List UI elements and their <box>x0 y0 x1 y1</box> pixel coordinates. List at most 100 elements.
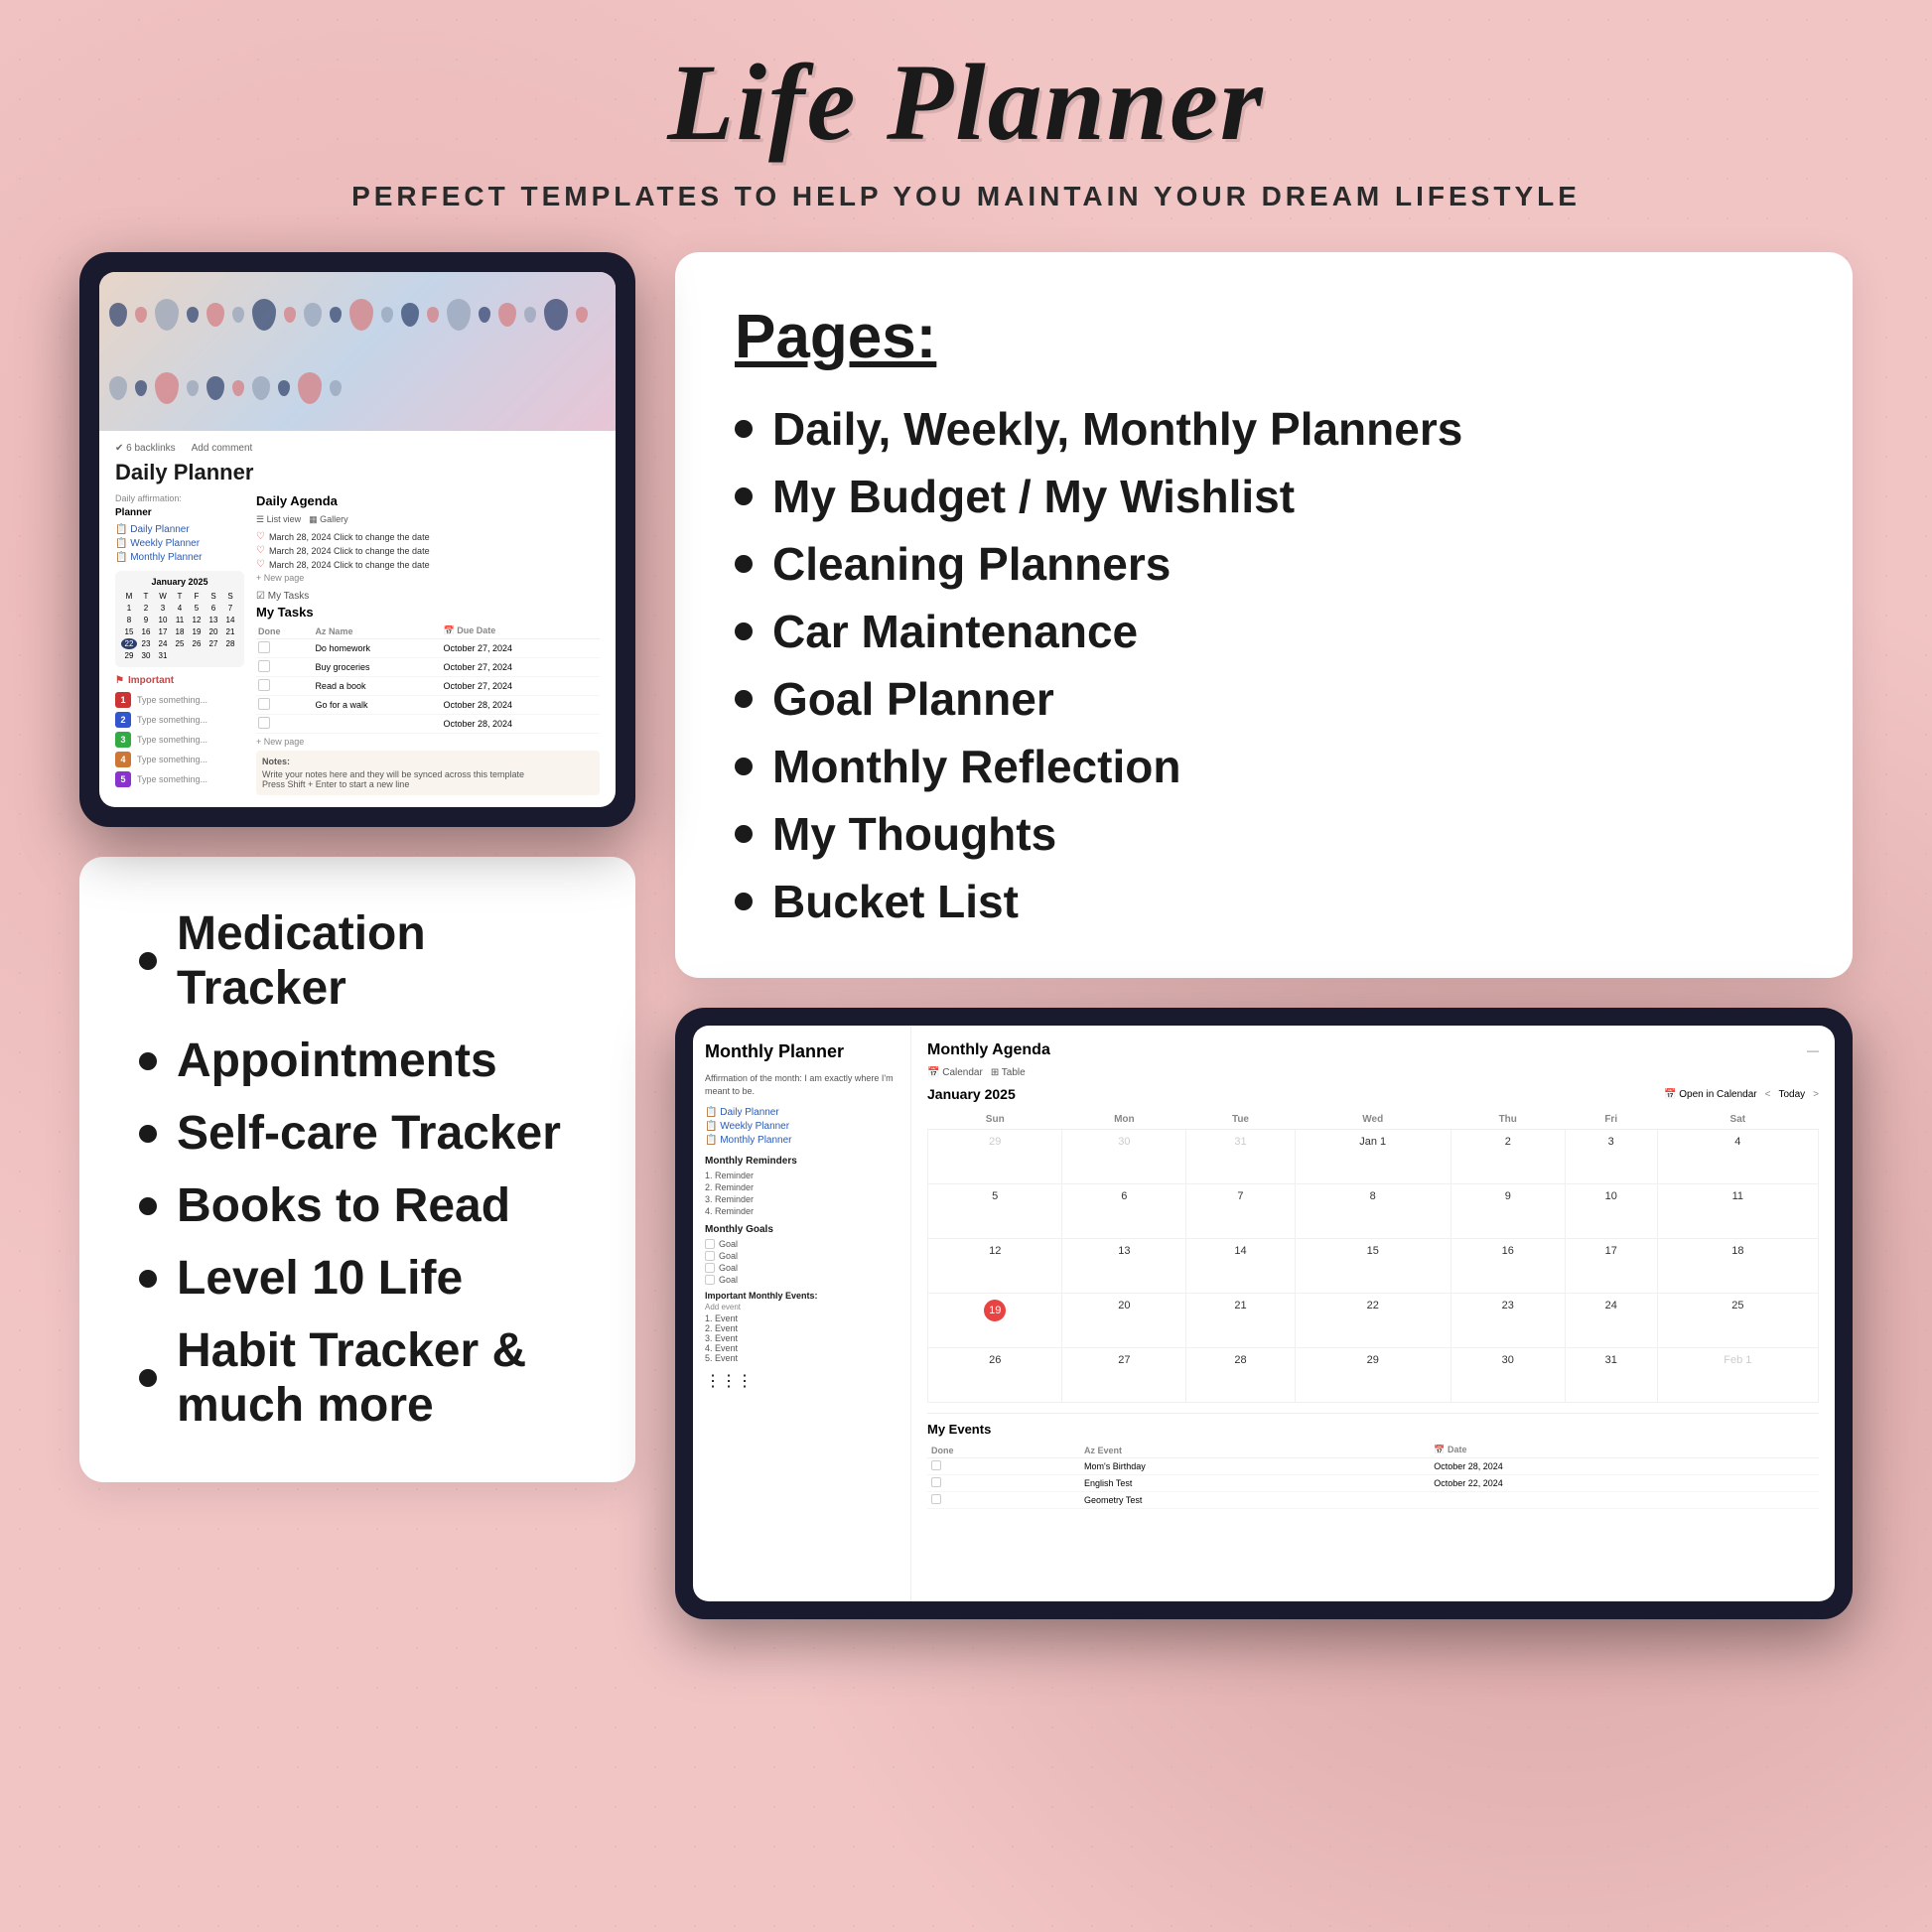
calendar-week-row: 19202122232425 <box>928 1294 1819 1348</box>
calendar-day[interactable]: 29 <box>1295 1348 1450 1403</box>
calendar-day[interactable]: 19 <box>928 1294 1062 1348</box>
daily-planner-tablet: ✔ 6 backlinks Add comment Daily Planner … <box>79 252 635 827</box>
calendar-day[interactable]: 16 <box>1450 1239 1565 1294</box>
nav-daily[interactable]: 📋 Daily Planner <box>115 524 244 535</box>
calendar-day[interactable]: 4 <box>1657 1130 1818 1184</box>
day-wed: Wed <box>1295 1110 1450 1130</box>
list-item-appointments: Appointments <box>139 1034 576 1088</box>
bullet-dot <box>139 952 157 970</box>
calendar-day[interactable]: 9 <box>1450 1184 1565 1239</box>
table-row: English Test October 22, 2024 <box>927 1475 1819 1492</box>
tab-table[interactable]: ⊞ Table <box>991 1067 1026 1078</box>
calendar-day[interactable]: 23 <box>1450 1294 1565 1348</box>
bullet-dot <box>735 893 753 910</box>
add-event-link[interactable]: Add event <box>705 1303 898 1311</box>
monthly-inner: Monthly Planner Affirmation of the month… <box>693 1026 1835 1601</box>
calendar-day[interactable]: 7 <box>1186 1184 1295 1239</box>
pages-item-budget: My Budget / My Wishlist <box>735 470 1793 523</box>
backlinks-link[interactable]: ✔ 6 backlinks <box>115 443 176 454</box>
goal-2: Goal <box>705 1251 898 1261</box>
calendar-day[interactable]: 3 <box>1565 1130 1657 1184</box>
event-5: 5. Event <box>705 1353 898 1363</box>
bullet-dot <box>735 555 753 573</box>
calendar-day[interactable]: 12 <box>928 1239 1062 1294</box>
calendar-day[interactable]: 10 <box>1565 1184 1657 1239</box>
tablet-content: ✔ 6 backlinks Add comment Daily Planner … <box>99 431 616 807</box>
calendar-day[interactable]: 20 <box>1062 1294 1186 1348</box>
calendar-day[interactable]: 13 <box>1062 1239 1186 1294</box>
sidebar-nav: 📋 Daily Planner 📋 Weekly Planner 📋 Month… <box>705 1107 898 1146</box>
calendar-day[interactable]: 22 <box>1295 1294 1450 1348</box>
tab-calendar[interactable]: 📅 Calendar <box>927 1067 983 1078</box>
cal-nav: 📅 Open in Calendar < Today > <box>1664 1089 1819 1100</box>
calendar-day[interactable]: 6 <box>1062 1184 1186 1239</box>
calendar-day[interactable]: 18 <box>1657 1239 1818 1294</box>
nav-weekly[interactable]: 📋 Weekly Planner <box>115 538 244 549</box>
pages-box: Pages: Daily, Weekly, Monthly Planners M… <box>675 252 1853 978</box>
list-item-medication: Medication Tracker <box>139 906 576 1016</box>
affirmation-label: Daily affirmation: <box>115 493 244 503</box>
bottom-left-box: Medication Tracker Appointments Self-car… <box>79 857 635 1482</box>
calendar-day[interactable]: 27 <box>1062 1348 1186 1403</box>
affirmation-box: Affirmation of the month: I am exactly w… <box>705 1072 898 1097</box>
calendar-day[interactable]: 17 <box>1565 1239 1657 1294</box>
calendar-day[interactable]: 30 <box>1062 1130 1186 1184</box>
bullet-dot <box>735 758 753 775</box>
today-button[interactable]: Today <box>1778 1089 1805 1100</box>
calendar-day[interactable]: 26 <box>928 1348 1062 1403</box>
monthly-planner-title: Monthly Planner <box>705 1041 898 1062</box>
agenda-item-2: ♡ March 28, 2024 Click to change the dat… <box>256 545 600 556</box>
monthly-sidebar: Monthly Planner Affirmation of the month… <box>693 1026 911 1601</box>
nav-links: ✔ 6 backlinks Add comment <box>115 443 600 454</box>
sidebar-nav-monthly[interactable]: 📋 Monthly Planner <box>705 1135 898 1146</box>
calendar-day[interactable]: Jan 1 <box>1295 1130 1450 1184</box>
calendar-day[interactable]: 5 <box>928 1184 1062 1239</box>
bullet-dot <box>139 1197 157 1215</box>
planner-nav: 📋 Daily Planner 📋 Weekly Planner 📋 Month… <box>115 524 244 563</box>
calendar-day[interactable]: 21 <box>1186 1294 1295 1348</box>
reminder-3: 3. Reminder <box>705 1194 898 1204</box>
cal-header-row: January 2025 📅 Open in Calendar < Today … <box>927 1086 1819 1102</box>
calendar-day[interactable]: 11 <box>1657 1184 1818 1239</box>
calendar-day[interactable]: 31 <box>1186 1130 1295 1184</box>
sidebar-nav-daily[interactable]: 📋 Daily Planner <box>705 1107 898 1118</box>
calendar-day[interactable]: Feb 1 <box>1657 1348 1818 1403</box>
events-table: Done Aᴢ Event 📅 Date Mom's Birthday Octo… <box>927 1443 1819 1509</box>
calendar-week-row: 293031Jan 1234 <box>928 1130 1819 1184</box>
nav-monthly[interactable]: 📋 Monthly Planner <box>115 552 244 563</box>
bullet-dot <box>139 1369 157 1387</box>
calendar-day[interactable]: 15 <box>1295 1239 1450 1294</box>
task-table: Done Aᴢ Name 📅 Due Date Do hom <box>256 623 600 734</box>
calendar-day[interactable]: 25 <box>1657 1294 1818 1348</box>
day-thu: Thu <box>1450 1110 1565 1130</box>
calendar-day[interactable]: 30 <box>1450 1348 1565 1403</box>
day-sat: Sat <box>1657 1110 1818 1130</box>
calendar-day[interactable]: 8 <box>1295 1184 1450 1239</box>
calendar-day[interactable]: 14 <box>1186 1239 1295 1294</box>
goal-3: Goal <box>705 1263 898 1273</box>
list-item-habit: Habit Tracker & much more <box>139 1323 576 1433</box>
sidebar-nav-weekly[interactable]: 📋 Weekly Planner <box>705 1121 898 1132</box>
calendar-day[interactable]: 29 <box>928 1130 1062 1184</box>
events-label: Important Monthly Events: <box>705 1291 898 1301</box>
pages-title: Pages: <box>735 302 1793 372</box>
reminder-2: 2. Reminder <box>705 1182 898 1192</box>
bullet-dot <box>139 1125 157 1143</box>
list-item-level10: Level 10 Life <box>139 1251 576 1306</box>
tasks-section: ☑ My Tasks My Tasks Done Aᴢ Name 📅 Due D… <box>256 591 600 747</box>
calendar-day[interactable]: 28 <box>1186 1348 1295 1403</box>
calendar-tabs: 📅 Calendar ⊞ Table <box>927 1067 1819 1078</box>
mini-calendar: January 2025 MTWTFSS 1234567 89101112131… <box>115 571 244 667</box>
calendar-day[interactable]: 2 <box>1450 1130 1565 1184</box>
calendar-day[interactable]: 24 <box>1565 1294 1657 1348</box>
bullet-dot <box>139 1052 157 1070</box>
calendar-day[interactable]: 31 <box>1565 1348 1657 1403</box>
monthly-main: Monthly Agenda — 📅 Calendar ⊞ Table Janu… <box>911 1026 1835 1601</box>
add-comment-link[interactable]: Add comment <box>192 443 253 454</box>
reminder-4: 4. Reminder <box>705 1206 898 1216</box>
table-row: Mom's Birthday October 28, 2024 <box>927 1458 1819 1475</box>
event-3: 3. Event <box>705 1333 898 1343</box>
calendar-week-row: 12131415161718 <box>928 1239 1819 1294</box>
event-4: 4. Event <box>705 1343 898 1353</box>
open-calendar-link[interactable]: 📅 Open in Calendar <box>1664 1089 1757 1100</box>
